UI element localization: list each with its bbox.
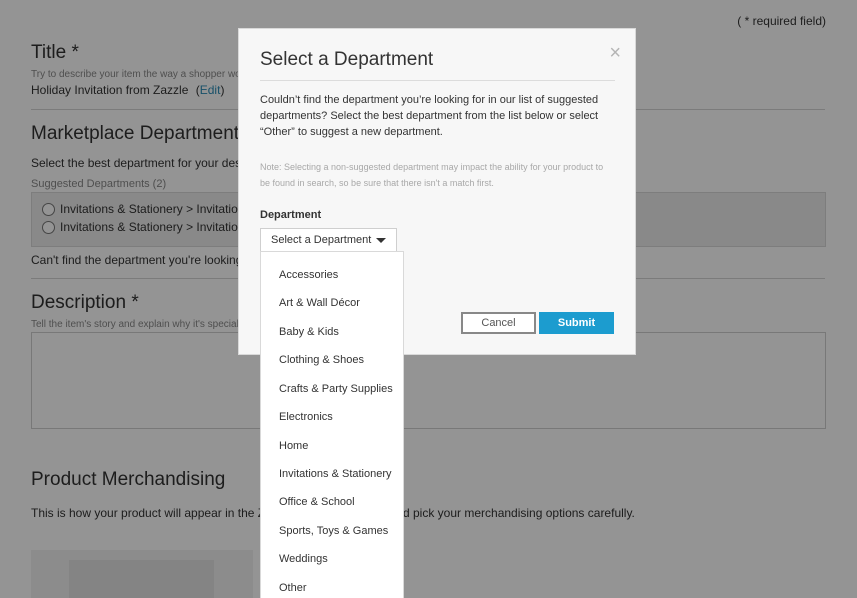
cancel-button[interactable]: Cancel bbox=[461, 312, 536, 334]
department-label: Department bbox=[260, 209, 322, 221]
dropdown-option-sports-toys-games[interactable]: Sports, Toys & Games bbox=[279, 525, 388, 537]
dropdown-option-invitations-stationery[interactable]: Invitations & Stationery bbox=[279, 468, 392, 480]
modal-body-text: Couldn’t find the department you’re look… bbox=[260, 94, 599, 138]
dropdown-option-accessories[interactable]: Accessories bbox=[279, 269, 338, 281]
submit-button[interactable]: Submit bbox=[539, 312, 614, 334]
dropdown-option-office-school[interactable]: Office & School bbox=[279, 496, 355, 508]
department-select-value: Select a Department bbox=[271, 234, 372, 246]
modal-note-text: Note: Selecting a non-suggested departme… bbox=[260, 162, 604, 188]
dropdown-option-other[interactable]: Other bbox=[279, 582, 307, 594]
modal-divider bbox=[260, 80, 615, 81]
dropdown-option-clothing-shoes[interactable]: Clothing & Shoes bbox=[279, 354, 364, 366]
department-select[interactable]: Select a Department bbox=[260, 228, 397, 252]
modal-title: Select a Department bbox=[260, 49, 434, 70]
caret-down-icon bbox=[376, 238, 386, 243]
department-dropdown-menu: Accessories Art & Wall Décor Baby & Kids… bbox=[260, 251, 404, 598]
dropdown-option-home[interactable]: Home bbox=[279, 440, 308, 452]
dropdown-option-weddings[interactable]: Weddings bbox=[279, 553, 328, 565]
dropdown-option-art-wall-decor[interactable]: Art & Wall Décor bbox=[279, 297, 360, 309]
dropdown-option-electronics[interactable]: Electronics bbox=[279, 411, 333, 423]
close-icon[interactable]: × bbox=[609, 43, 621, 63]
dropdown-option-baby-kids[interactable]: Baby & Kids bbox=[279, 326, 339, 338]
dropdown-option-crafts-party[interactable]: Crafts & Party Supplies bbox=[279, 383, 393, 395]
